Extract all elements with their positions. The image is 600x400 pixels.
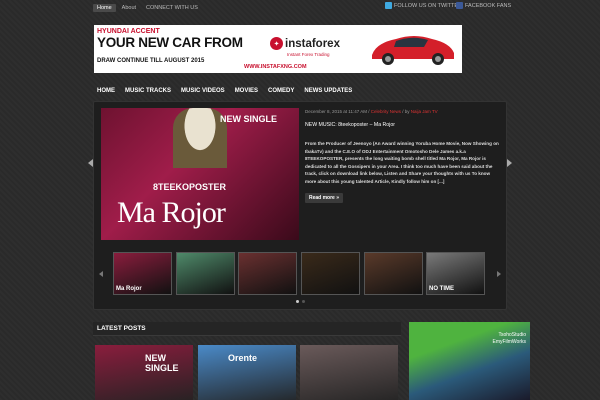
ad-banner[interactable]: HYUNDAI ACCENT YOUR NEW CAR FROM ✦ insta… — [94, 25, 462, 73]
thumbnail-caption: Ma Rojor — [116, 286, 142, 292]
brand-name: instaforex — [285, 37, 340, 50]
read-more-button[interactable]: Read more » — [305, 192, 344, 203]
slide-body: From the Producer of Jeenoyo (An Award w… — [305, 141, 499, 184]
car-image — [372, 36, 454, 65]
instaforex-logo: ✦ instaforex — [270, 37, 340, 50]
top-link-connect[interactable]: CONNECT WITH US — [142, 4, 202, 12]
slider-dots — [296, 300, 305, 303]
sidebar-ad-line1: TsohoStudio — [498, 332, 526, 338]
banner-tagline: Instant Forex Trading — [287, 52, 330, 57]
slide-image-newsingle: NEW SINGLE — [219, 114, 277, 124]
slide-author[interactable]: Naija Jam TV — [411, 109, 438, 114]
slider-thumbnail[interactable] — [364, 252, 423, 295]
banner-line1: HYUNDAI ACCENT — [97, 28, 160, 35]
top-link-about[interactable]: About — [118, 4, 140, 12]
facebook-label: FACEBOOK FANS — [465, 2, 512, 9]
slide-sep: / by — [400, 109, 411, 114]
thumbnail-strip: Ma Rojor NO TIME — [94, 246, 506, 298]
top-link-home[interactable]: Home — [93, 4, 116, 12]
artist-photo — [173, 108, 227, 168]
slider-thumbnail[interactable] — [301, 252, 360, 295]
banner-line3: DRAW CONTINUE TILL AUGUST 2015 — [97, 58, 205, 64]
twitter-link[interactable]: FOLLOW US ON TWITTER — [385, 2, 462, 9]
banner-line2: YOUR NEW CAR FROM — [97, 35, 243, 50]
slide-image-title: Ma Rojor — [117, 196, 226, 229]
slide-image[interactable]: NEW SINGLE 8TEEKOPOSTER Ma Rojor — [101, 108, 299, 240]
slide-meta: December 8, 2015 at 11:47 AM / Celebrity… — [305, 109, 500, 114]
latest-posts-heading: LATEST POSTS — [93, 322, 401, 336]
facebook-link[interactable]: FACEBOOK FANS — [456, 2, 511, 9]
facebook-icon — [456, 2, 463, 9]
nav-music-tracks[interactable]: MUSIC TRACKS — [120, 88, 176, 94]
latest-post-card[interactable] — [300, 345, 398, 400]
slide-headline[interactable]: NEW MUSIC: 8teekoposter – Ma Rojor — [305, 122, 500, 128]
slider-next-icon[interactable] — [507, 159, 512, 167]
latest-post-card[interactable]: Orente — [198, 345, 296, 400]
main-nav: HOME MUSIC TRACKS MUSIC VIDEOS MOVIES CO… — [93, 84, 507, 98]
nav-home[interactable]: HOME — [93, 88, 120, 94]
slider-thumbnail[interactable] — [238, 252, 297, 295]
slide-date: December 8, 2015 at 11:47 AM / — [305, 109, 371, 114]
sidebar-ad[interactable]: TsohoStudio EmyFilmWorks — [409, 322, 530, 400]
nav-news-updates[interactable]: NEWS UPDATES — [299, 88, 357, 94]
thumbs-prev-icon[interactable] — [99, 271, 103, 277]
thumbs-next-icon[interactable] — [497, 271, 501, 277]
slider-thumbnail[interactable]: NO TIME — [426, 252, 485, 295]
slider-thumbnail[interactable]: Ma Rojor — [113, 252, 172, 295]
slider-dot[interactable] — [302, 300, 305, 303]
latest-post-caption: Orente — [228, 353, 258, 363]
twitter-icon — [385, 2, 392, 9]
latest-posts: LATEST POSTS NEW SINGLE Orente — [93, 322, 401, 400]
slider-dot[interactable] — [296, 300, 299, 303]
slider-thumbnail[interactable] — [176, 252, 235, 295]
sidebar-ad-line2: EmyFilmWorks — [492, 339, 526, 345]
latest-post-caption: NEW SINGLE — [145, 353, 179, 373]
latest-post-card[interactable]: NEW SINGLE — [95, 345, 193, 400]
slide-category[interactable]: Celebrity News — [371, 109, 401, 114]
featured-slider: NEW SINGLE 8TEEKOPOSTER Ma Rojor Decembe… — [93, 101, 507, 310]
slide-text: December 8, 2015 at 11:47 AM / Celebrity… — [305, 109, 500, 204]
nav-comedy[interactable]: COMEDY — [263, 88, 299, 94]
twitter-label: FOLLOW US ON TWITTER — [394, 2, 463, 9]
brand-mark-icon: ✦ — [270, 37, 283, 50]
nav-music-videos[interactable]: MUSIC VIDEOS — [176, 88, 230, 94]
thumbnail-caption: NO TIME — [429, 286, 454, 292]
slide-image-artist: 8TEEKOPOSTER — [153, 182, 227, 192]
nav-movies[interactable]: MOVIES — [230, 88, 263, 94]
banner-url: WWW.INSTAFXNG.COM — [244, 64, 307, 70]
